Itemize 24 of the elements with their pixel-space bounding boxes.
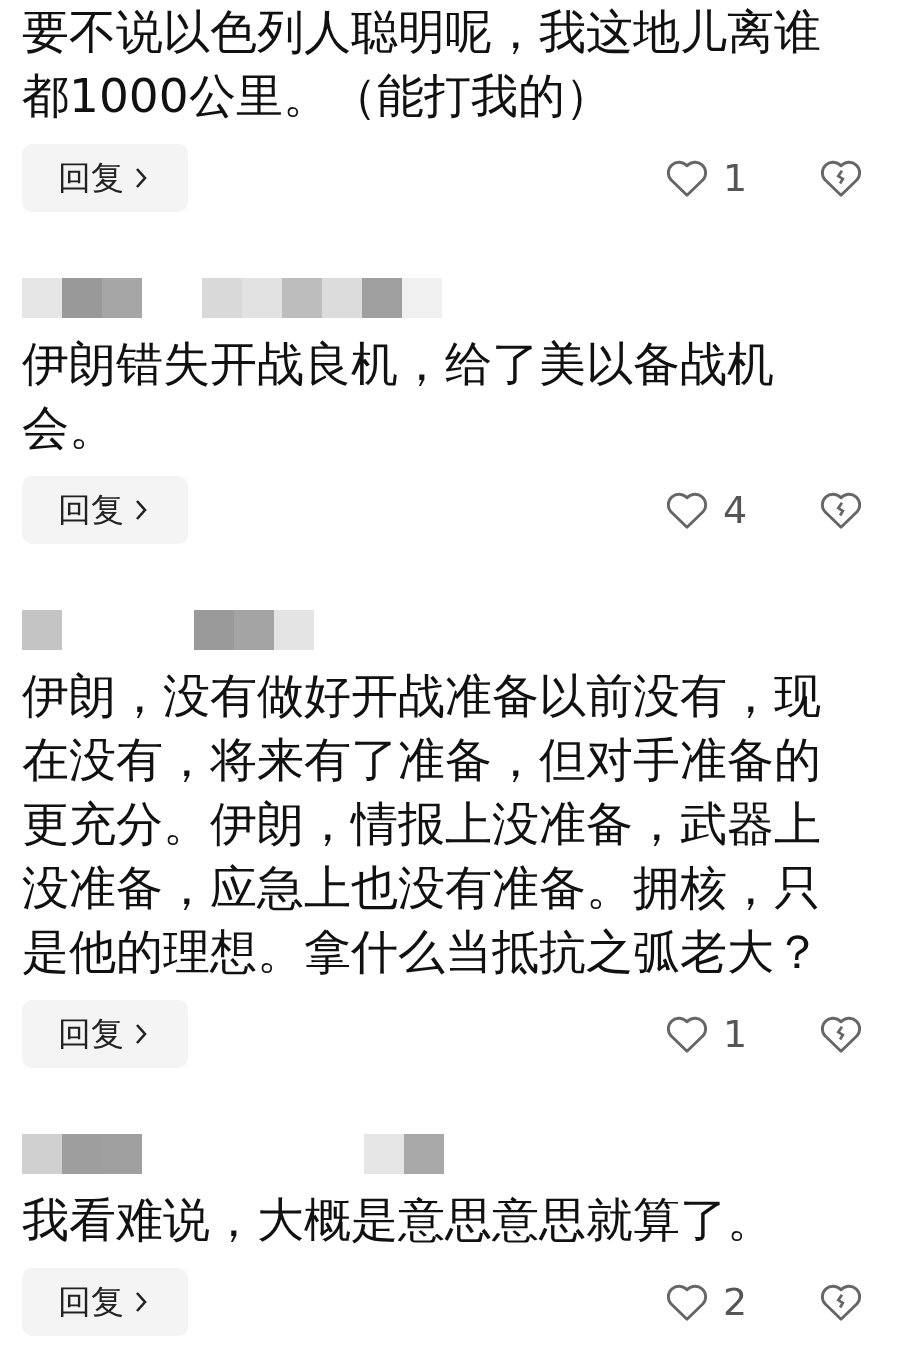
comment-text: 要不说以色列人聪明呢，我这地儿离谁都1000公里。（能打我的） — [22, 3, 822, 125]
broken-heart-icon[interactable] — [819, 490, 863, 530]
heart-icon[interactable] — [665, 1282, 709, 1322]
chevron-right-icon — [134, 1290, 148, 1314]
comment-text: 伊朗，没有做好开战准备以前没有，现在没有，将来有了准备，但对手准备的更充分。伊朗，情报上没准备，武器上没准备，应急上也没有准备。拥核，只是他的理想。拿什么当抵抗之弧老大？ — [22, 667, 822, 981]
reply-button[interactable]: 回复 — [22, 144, 188, 212]
comment-text: 伊朗错失开战良机，给了美以备战机会。 — [22, 335, 775, 457]
heart-icon[interactable] — [665, 490, 709, 530]
chevron-right-icon — [134, 498, 148, 522]
comment-text: 我看难说，大概是意思意思就算了。 — [22, 1191, 775, 1249]
like-count: 2 — [723, 1280, 749, 1324]
like-count: 1 — [723, 1012, 749, 1056]
chevron-right-icon — [134, 1022, 148, 1046]
chevron-right-icon — [134, 166, 148, 190]
heart-icon[interactable] — [665, 1014, 709, 1054]
like-count: 4 — [723, 488, 749, 532]
heart-icon[interactable] — [665, 158, 709, 198]
broken-heart-icon[interactable] — [819, 1014, 863, 1054]
broken-heart-icon[interactable] — [819, 1282, 863, 1322]
reply-button[interactable]: 回复 — [22, 1268, 188, 1336]
broken-heart-icon[interactable] — [819, 158, 863, 198]
reply-button[interactable]: 回复 — [22, 476, 188, 544]
like-count: 1 — [723, 156, 749, 200]
reply-button[interactable]: 回复 — [22, 1000, 188, 1068]
